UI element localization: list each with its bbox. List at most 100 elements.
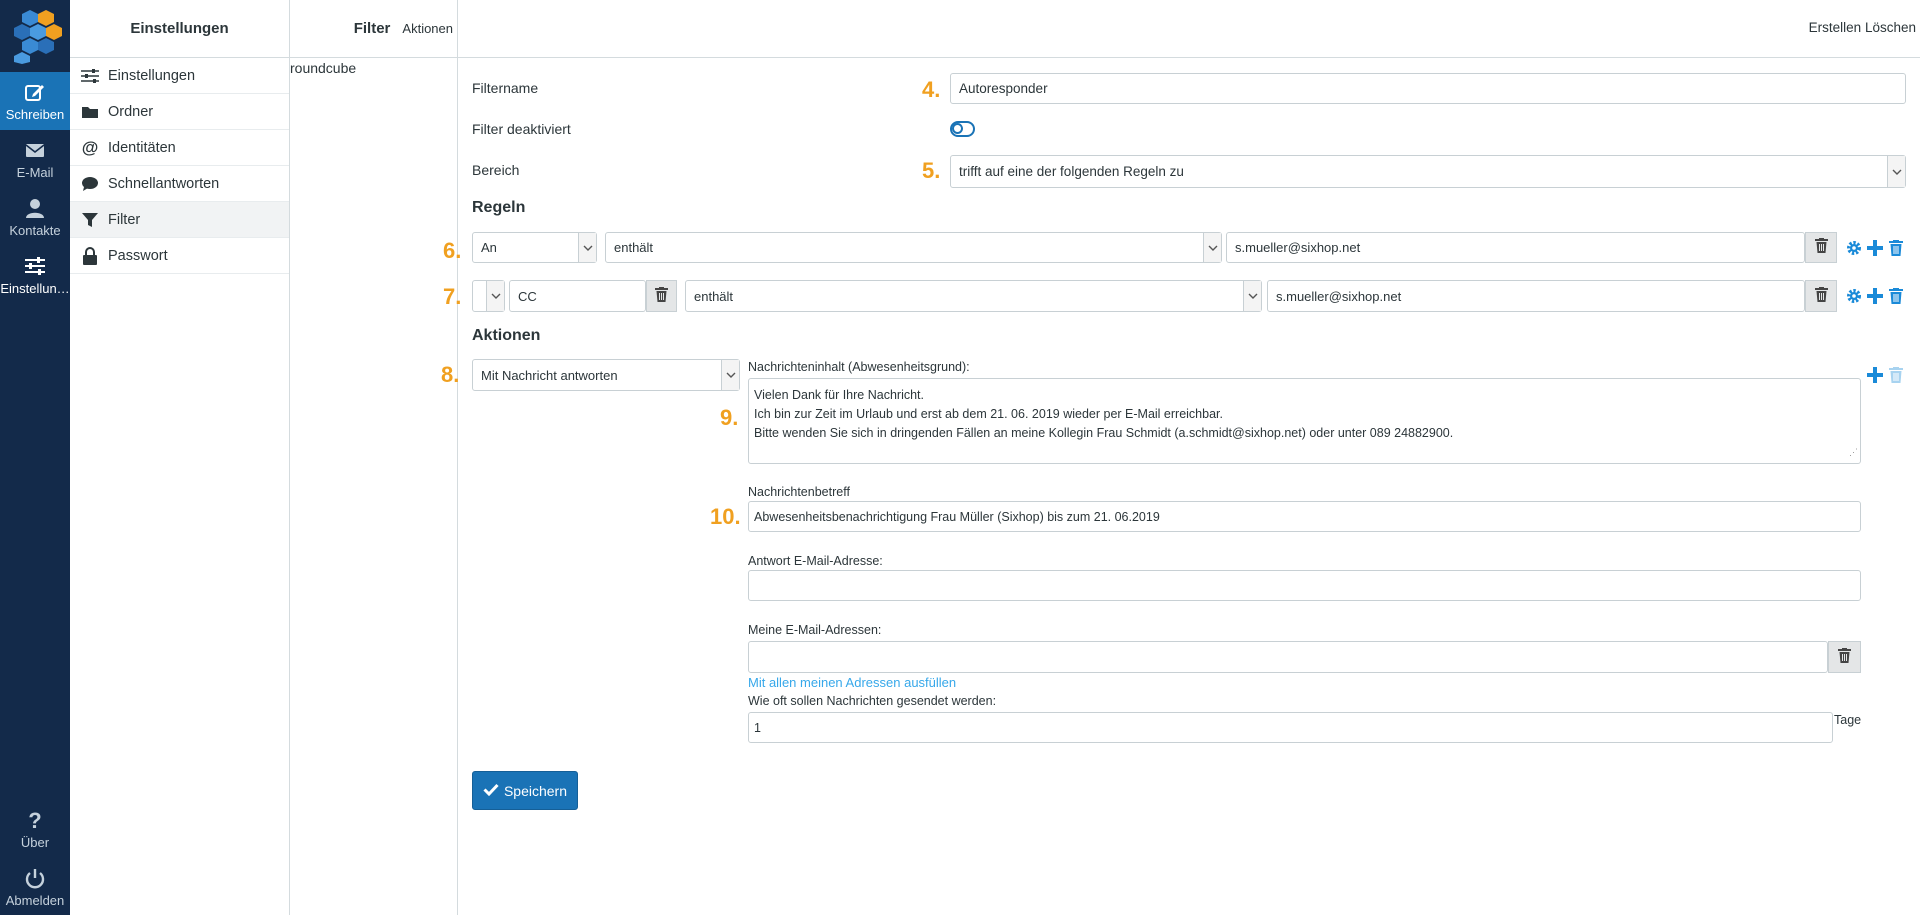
trash-icon — [1838, 647, 1851, 667]
my-addresses-label: Meine E-Mail-Adressen: — [748, 623, 882, 637]
settings-item-responses[interactable]: Schnellantworten — [70, 166, 289, 202]
rule2-operator-select[interactable]: enthält — [685, 280, 1262, 312]
main-navigation: Schreiben E-Mail Kontakte Einstellun… ? … — [0, 0, 70, 915]
action-delete-trash-icon[interactable] — [1887, 366, 1905, 384]
settings-item-preferences[interactable]: Einstellungen — [70, 58, 289, 94]
trash-icon — [1814, 238, 1828, 257]
action-type-select[interactable]: Mit Nachricht antworten — [472, 359, 740, 391]
person-icon — [0, 197, 70, 221]
marker-4: 4. — [922, 77, 941, 102]
settings-item-password[interactable]: Passwort — [70, 238, 289, 274]
save-button-label: Speichern — [503, 782, 568, 799]
check-icon — [483, 783, 499, 799]
filtersets-actions-button[interactable]: Aktionen — [402, 21, 453, 36]
settings-item-folders[interactable]: Ordner — [70, 94, 289, 130]
scope-select-value: trifft auf eine der folgenden Regeln zu — [959, 164, 1184, 179]
app-window: Schreiben E-Mail Kontakte Einstellun… ? … — [0, 0, 1920, 915]
chevron-down-icon — [1243, 281, 1261, 311]
my-addresses-input[interactable] — [748, 641, 1828, 673]
settings-panel: Einstellungen Einstellungen Ordner @ Ide… — [70, 0, 290, 915]
power-icon — [0, 867, 70, 891]
filtername-label: Filtername — [472, 80, 539, 96]
question-icon: ? — [28, 808, 42, 833]
settings-item-label: Passwort — [108, 247, 168, 264]
filtername-input[interactable]: Autoresponder — [950, 73, 1906, 104]
resize-handle-icon[interactable]: ⋰ — [1849, 443, 1858, 462]
rule2-header-select[interactable]: ... — [472, 280, 505, 312]
save-button[interactable]: Speichern — [472, 771, 578, 810]
rule1-delete-trash-icon[interactable] — [1887, 239, 1905, 257]
filtersets-title: Filter — [353, 20, 391, 37]
subject-input[interactable]: Abwesenheitsbenachrichtigung Frau Müller… — [748, 501, 1861, 532]
body-line: Bitte wenden Sie sich in dringenden Fäll… — [754, 426, 1454, 440]
reply-address-label: Antwort E-Mail-Adresse: — [748, 554, 883, 568]
rule1-advanced-gear-icon[interactable] — [1845, 239, 1863, 257]
settings-item-filters[interactable]: Filter — [70, 202, 289, 238]
scope-select[interactable]: trifft auf eine der folgenden Regeln zu — [950, 155, 1906, 188]
rule1-operator-select[interactable]: enthält — [605, 232, 1222, 263]
rule1-clear-button[interactable] — [1805, 232, 1837, 263]
reply-address-input[interactable] — [748, 570, 1861, 601]
compose-icon — [0, 81, 70, 105]
toggle-knob — [952, 123, 963, 134]
chevron-down-icon — [578, 233, 596, 262]
action-add-plus-icon[interactable] — [1866, 366, 1884, 384]
nav-about-label: Über — [20, 835, 50, 850]
nav-settings[interactable]: Einstellun… — [0, 246, 70, 304]
chevron-down-icon — [1203, 233, 1221, 262]
filterset-item[interactable]: roundcube — [290, 58, 457, 76]
marker-10: 10. — [710, 504, 741, 529]
rule2-value-input[interactable]: s.mueller@sixhop.net — [1267, 280, 1805, 312]
rule1-add-plus-icon[interactable] — [1866, 239, 1884, 257]
body-line: Vielen Dank für Ihre Nachricht. — [754, 388, 924, 402]
my-addresses-clear-button[interactable] — [1828, 641, 1861, 673]
frequency-unit: Tage — [1834, 713, 1862, 727]
settings-item-label: Schnellantworten — [108, 175, 220, 192]
chevron-down-icon — [721, 360, 739, 390]
settings-item-identities[interactable]: @ Identitäten — [70, 130, 289, 166]
nav-mail-label: E-Mail — [16, 165, 54, 180]
create-button[interactable]: Erstellen — [1809, 20, 1862, 35]
nav-contacts[interactable]: Kontakte — [0, 188, 70, 246]
nav-logout-label: Abmelden — [5, 893, 65, 908]
rule2-delete-trash-icon[interactable] — [1887, 287, 1905, 305]
rule2-clear-button[interactable] — [1805, 280, 1837, 312]
body-textarea[interactable]: Vielen Dank für Ihre Nachricht. Ich bin … — [748, 378, 1861, 464]
rule2-custom-header-input[interactable]: CC — [509, 280, 646, 312]
chevron-down-icon — [486, 281, 504, 311]
nav-compose-label: Schreiben — [5, 107, 65, 122]
chevron-down-icon — [1887, 156, 1905, 187]
nav-logout[interactable]: Abmelden — [0, 858, 70, 915]
nav-contacts-label: Kontakte — [9, 223, 61, 238]
rule2-add-plus-icon[interactable] — [1866, 287, 1884, 305]
settings-title: Einstellungen — [70, 0, 289, 58]
rule1-header-value: An — [481, 240, 497, 255]
trash-icon — [655, 286, 668, 306]
folder-icon — [80, 102, 100, 122]
sliders-icon — [0, 255, 70, 279]
rule1-header-select[interactable]: An — [472, 232, 597, 263]
marker-6: 6. — [443, 238, 462, 263]
rules-heading: Regeln — [472, 199, 526, 216]
rule2-advanced-gear-icon[interactable] — [1845, 287, 1863, 305]
speech-bubble-icon — [80, 174, 100, 194]
funnel-icon — [80, 210, 100, 230]
rule1-operator-value: enthält — [614, 240, 654, 255]
rule2-custom-clear-button[interactable] — [646, 280, 677, 312]
marker-8: 8. — [441, 362, 460, 387]
body-line: Ich bin zur Zeit im Urlaub und erst ab d… — [754, 407, 1223, 421]
nav-about[interactable]: ? Über — [0, 800, 70, 858]
frequency-label: Wie oft sollen Nachrichten gesendet werd… — [748, 694, 997, 708]
filter-disabled-toggle[interactable] — [950, 121, 975, 137]
nav-mail[interactable]: E-Mail — [0, 130, 70, 188]
filtersets-header: Filter Aktionen — [290, 0, 457, 58]
settings-item-label: Einstellungen — [108, 67, 196, 84]
frequency-input[interactable]: 1 — [748, 712, 1833, 743]
rule1-value-input[interactable]: s.mueller@sixhop.net — [1226, 232, 1805, 263]
envelope-icon — [0, 139, 70, 163]
fill-addresses-link[interactable]: Mit allen meinen Adressen ausfüllen — [748, 675, 956, 690]
delete-button[interactable]: Löschen — [1865, 20, 1916, 35]
nav-compose[interactable]: Schreiben — [0, 72, 70, 130]
filtersets-panel: Filter Aktionen roundcube — [290, 0, 458, 915]
roundcube-logo — [8, 6, 62, 64]
